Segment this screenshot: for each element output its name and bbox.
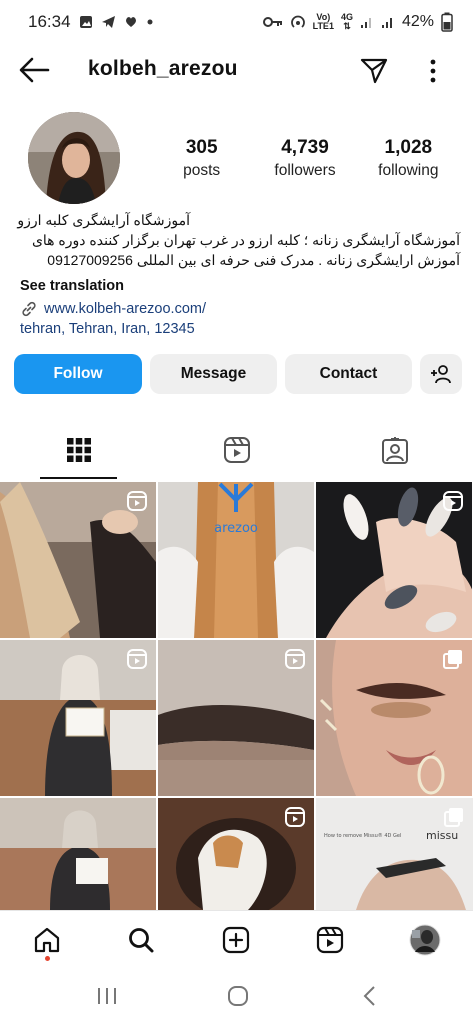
telegram-notification-icon bbox=[101, 16, 115, 28]
nav-reels[interactable] bbox=[313, 923, 347, 957]
home-icon bbox=[34, 927, 60, 953]
suggested-users-button[interactable] bbox=[420, 354, 462, 394]
more-notifications-dot-icon bbox=[147, 19, 153, 25]
status-bar: 16:34 Vo) LTE1 4G ⇅ 42% bbox=[0, 0, 473, 44]
bottom-navigation bbox=[0, 910, 473, 966]
volte-indicator: Vo) LTE1 bbox=[312, 12, 334, 31]
grid-post[interactable]: How to remove Missu® 4D Gel missu bbox=[316, 798, 473, 910]
contact-button[interactable]: Contact bbox=[285, 354, 412, 394]
tab-tagged[interactable] bbox=[316, 420, 473, 480]
signal-1-icon bbox=[360, 18, 371, 28]
direct-message-icon[interactable] bbox=[359, 55, 389, 85]
posts-stat[interactable]: 305 posts bbox=[150, 136, 253, 182]
heart-hand-notification-icon bbox=[125, 17, 136, 27]
profile-actions: Follow Message Contact bbox=[14, 354, 462, 394]
following-stat[interactable]: 1,028 following bbox=[357, 136, 460, 182]
nav-home[interactable] bbox=[30, 923, 64, 957]
grid-post[interactable] bbox=[316, 640, 472, 796]
hotspot-icon bbox=[290, 15, 305, 28]
profile-bio: آموزشگاه آرایشگری کلبه ارزو آموزشگاه آرا… bbox=[17, 210, 460, 270]
status-time: 16:34 bbox=[28, 12, 71, 31]
profile-photo-image bbox=[28, 112, 120, 204]
nav-create[interactable] bbox=[219, 923, 253, 957]
tab-grid[interactable] bbox=[0, 420, 157, 480]
grid-post[interactable] bbox=[0, 798, 156, 910]
data-arrows-icon: ⇅ bbox=[343, 21, 351, 31]
grid-post[interactable] bbox=[316, 482, 472, 638]
reel-indicator-icon bbox=[285, 649, 305, 669]
see-translation-link[interactable]: See translation bbox=[20, 278, 124, 294]
nav-search[interactable] bbox=[124, 923, 158, 957]
profile-username: kolbeh_arezou bbox=[88, 57, 238, 80]
multi-photo-indicator-icon bbox=[444, 808, 463, 827]
gallery-notification-icon bbox=[79, 16, 92, 28]
tagged-icon bbox=[381, 437, 408, 464]
active-tab-indicator bbox=[40, 477, 117, 479]
bio-line-1: آموزشگاه آرایشگری زنانه ؛ کلبه ارزو در غ… bbox=[31, 232, 460, 248]
reels-icon bbox=[223, 437, 250, 463]
followers-stat[interactable]: 4,739 followers bbox=[253, 136, 356, 182]
reel-indicator-icon bbox=[127, 649, 147, 669]
search-icon bbox=[129, 928, 154, 953]
location-link[interactable]: tehran, Tehran, Iran, 12345 bbox=[20, 321, 195, 337]
follow-button[interactable]: Follow bbox=[14, 354, 142, 394]
grid-post[interactable] bbox=[158, 798, 314, 910]
grid-post[interactable]: arezoo bbox=[158, 482, 314, 638]
back-button-icon[interactable] bbox=[359, 984, 383, 1008]
status-right: Vo) LTE1 4G ⇅ 42% bbox=[262, 12, 453, 32]
recent-apps-icon[interactable] bbox=[95, 984, 119, 1008]
reel-indicator-icon bbox=[443, 491, 463, 511]
website-link[interactable]: www.kolbeh-arezoo.com/ bbox=[20, 300, 206, 318]
profile-tabs bbox=[0, 420, 473, 480]
create-icon bbox=[222, 926, 250, 954]
profile-header: kolbeh_arezou bbox=[0, 48, 473, 92]
profile-avatar[interactable] bbox=[28, 112, 120, 204]
website-link-text: www.kolbeh-arezoo.com/ bbox=[44, 301, 206, 317]
home-button-icon[interactable] bbox=[226, 984, 250, 1008]
reel-indicator-icon bbox=[285, 807, 305, 827]
svg-text:arezoo: arezoo bbox=[214, 521, 258, 536]
battery-icon bbox=[441, 12, 453, 32]
message-button[interactable]: Message bbox=[150, 354, 277, 394]
multi-photo-indicator-icon bbox=[443, 650, 462, 669]
post-image-hair-extension: arezoo bbox=[158, 482, 314, 638]
bio-display-name: آموزشگاه آرایشگری کلبه ارزو bbox=[17, 212, 190, 228]
link-icon bbox=[22, 301, 36, 317]
tab-reels[interactable] bbox=[158, 420, 315, 480]
battery-percent: 42% bbox=[401, 13, 434, 30]
back-arrow-icon[interactable] bbox=[18, 56, 50, 84]
reel-indicator-icon bbox=[127, 491, 147, 511]
data-indicator: 4G ⇅ bbox=[340, 12, 353, 31]
key-icon bbox=[262, 17, 282, 27]
nav-profile[interactable] bbox=[408, 923, 442, 957]
svg-text:missu: missu bbox=[426, 829, 458, 842]
grid-post[interactable] bbox=[0, 482, 156, 638]
profile-stats: 305 posts 4,739 followers 1,028 followin… bbox=[150, 136, 460, 182]
profile-avatar bbox=[409, 924, 441, 956]
bio-line-2: آموزش ارایشگری زنانه . مدرک فنی حرفه ای … bbox=[47, 252, 460, 268]
more-options-icon[interactable] bbox=[424, 56, 442, 86]
system-navigation-bar bbox=[0, 966, 473, 1024]
status-left: 16:34 bbox=[28, 12, 154, 32]
grid-icon bbox=[66, 438, 91, 462]
grid-post[interactable] bbox=[0, 640, 156, 796]
notification-dot bbox=[45, 956, 50, 961]
post-image-graduate bbox=[0, 798, 156, 910]
svg-text:How to remove Missu® 4D Gel: How to remove Missu® 4D Gel bbox=[324, 832, 401, 839]
signal-2-icon bbox=[381, 18, 392, 28]
grid-post[interactable] bbox=[158, 640, 314, 796]
add-user-icon bbox=[431, 365, 451, 384]
reels-icon bbox=[316, 926, 344, 954]
